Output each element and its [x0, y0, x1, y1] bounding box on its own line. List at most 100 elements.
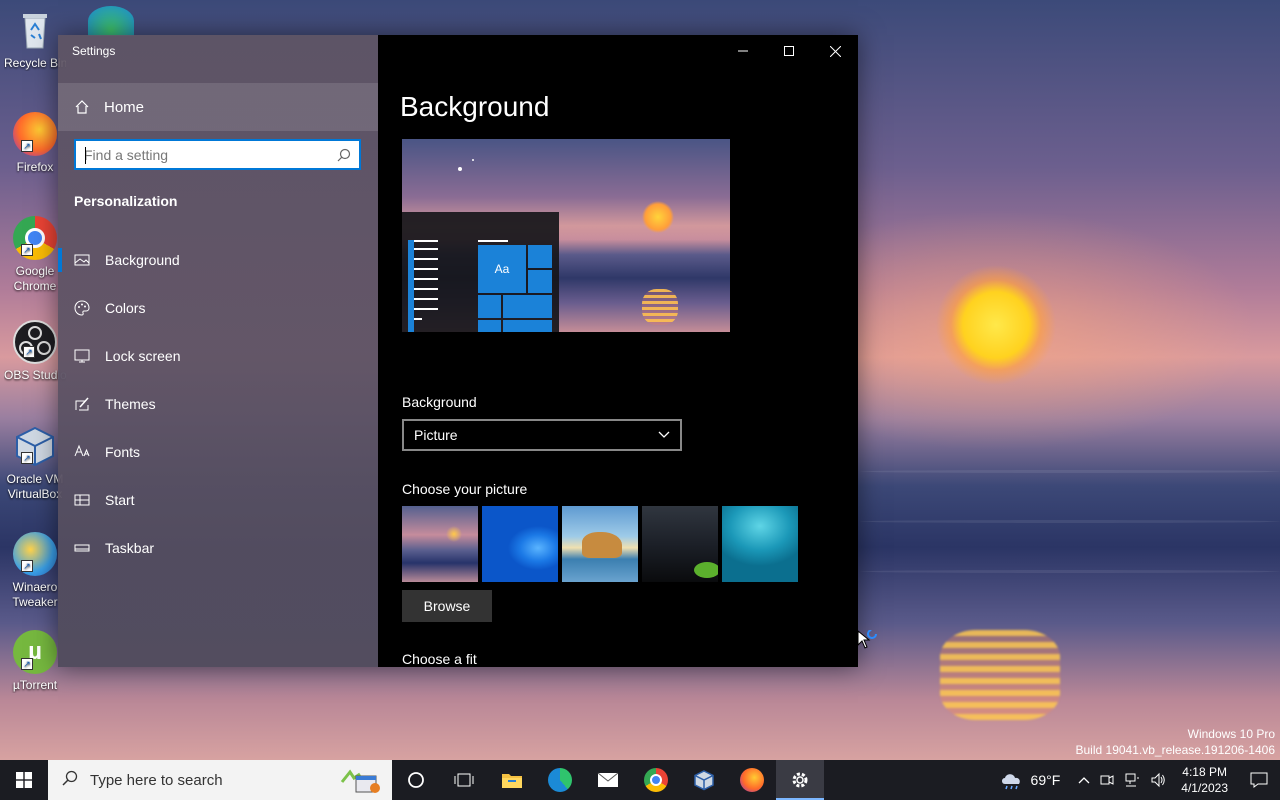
- nav-item-start[interactable]: Start: [58, 476, 378, 524]
- start-button[interactable]: [0, 760, 48, 800]
- nav-label: Lock screen: [105, 348, 181, 364]
- home-icon: [74, 99, 90, 115]
- weather-widget[interactable]: 69°F: [994, 760, 1066, 800]
- utorrent-icon: µ ↗: [13, 630, 57, 674]
- home-label: Home: [104, 98, 145, 116]
- choose-fit-label: Choose a fit: [402, 651, 477, 667]
- nav-item-lock-screen[interactable]: Lock screen: [58, 332, 378, 380]
- preview-start-menu: Aa: [402, 212, 559, 332]
- edge-desktop-icon[interactable]: [88, 6, 134, 36]
- desktop-icon-recycle-bin[interactable]: Recycle Bin: [4, 8, 66, 71]
- desktop-icon-winaero[interactable]: ↗ Winaero Tweaker: [4, 532, 66, 610]
- desktop-icon-firefox[interactable]: ↗ Firefox: [4, 112, 66, 175]
- taskbar-settings[interactable]: [776, 760, 824, 800]
- preview-tile: Aa: [478, 245, 526, 293]
- network-icon: [1125, 773, 1140, 787]
- volume-button[interactable]: [1145, 760, 1171, 800]
- desktop-icon-chrome[interactable]: ↗ Google Chrome: [4, 216, 66, 294]
- desktop-icon-label: Winaero Tweaker: [12, 580, 58, 609]
- windows-build-watermark: Windows 10 Pro Build 19041.vb_release.19…: [1076, 726, 1276, 758]
- nav-item-fonts[interactable]: Fonts: [58, 428, 378, 476]
- taskbar-edge[interactable]: [536, 760, 584, 800]
- picture-thumbnail-windows[interactable]: [482, 506, 558, 582]
- virtualbox-icon: ↗: [13, 424, 57, 468]
- preview-star: [458, 167, 462, 171]
- desktop-icon-label: OBS Studio: [4, 368, 66, 382]
- taskbar: 69°F 4:18 PM 4/1/2023: [0, 760, 1280, 800]
- taskbar-search-input[interactable]: [90, 771, 310, 789]
- wave-line: [860, 470, 1280, 473]
- find-setting-search[interactable]: [74, 139, 361, 170]
- settings-window: Settings Home Personalization Background: [58, 35, 858, 667]
- section-title: Personalization: [74, 193, 178, 209]
- desktop-icon-obs[interactable]: ↗ OBS Studio: [4, 320, 66, 383]
- desktop-icon-virtualbox[interactable]: ↗ Oracle VM VirtualBox: [4, 424, 66, 502]
- chevron-up-icon: [1078, 777, 1090, 784]
- sun-reflection: [940, 630, 1060, 720]
- maximize-button[interactable]: [766, 35, 812, 67]
- preview-app-list: [408, 240, 438, 332]
- network-button[interactable]: [1119, 760, 1145, 800]
- picture-thumbnail-night-sky[interactable]: [642, 506, 718, 582]
- settings-content: Background Aa Background Picture Choose …: [378, 35, 858, 667]
- taskbar-chrome[interactable]: [632, 760, 680, 800]
- taskbar-virtualbox[interactable]: [680, 760, 728, 800]
- search-highlight-doodle-icon[interactable]: [338, 766, 382, 794]
- picture-thumbnail-underwater[interactable]: [722, 506, 798, 582]
- background-preview: Aa: [402, 139, 730, 332]
- desktop-icon-label: Firefox: [16, 160, 54, 174]
- camera-icon: [1100, 775, 1114, 785]
- task-view-icon: [454, 773, 474, 787]
- show-hidden-icons-button[interactable]: [1073, 760, 1095, 800]
- taskbar-mail[interactable]: [584, 760, 632, 800]
- nav-label: Colors: [105, 300, 146, 316]
- taskbar-search-box[interactable]: [48, 760, 392, 800]
- nav-label: Fonts: [105, 444, 141, 460]
- text-caret: [85, 147, 86, 164]
- action-center-button[interactable]: [1238, 760, 1280, 800]
- nav-item-background[interactable]: Background: [58, 236, 378, 284]
- clock-date: 4/1/2023: [1181, 781, 1228, 795]
- meet-now-button[interactable]: [1095, 760, 1119, 800]
- dropdown-value: Picture: [414, 427, 458, 443]
- browse-button[interactable]: Browse: [402, 590, 492, 622]
- chrome-icon: ↗: [13, 216, 57, 260]
- virtualbox-icon: [694, 770, 714, 791]
- watermark-build: Build 19041.vb_release.191206-1406: [1075, 743, 1276, 757]
- nav-item-colors[interactable]: Colors: [58, 284, 378, 332]
- background-type-dropdown[interactable]: Picture: [402, 419, 682, 451]
- nav-item-taskbar[interactable]: Taskbar: [58, 524, 378, 572]
- file-explorer-icon: [502, 774, 522, 788]
- task-view-button[interactable]: [440, 760, 488, 800]
- home-nav-item[interactable]: Home: [58, 83, 378, 131]
- speaker-icon: [1151, 772, 1166, 788]
- find-setting-input[interactable]: [76, 141, 329, 168]
- desktop-icon-utorrent[interactable]: µ ↗ µTorrent: [4, 630, 66, 693]
- taskbar-clock[interactable]: 4:18 PM 4/1/2023: [1171, 764, 1238, 796]
- close-button[interactable]: [812, 35, 858, 67]
- search-icon[interactable]: [329, 141, 359, 168]
- picture-thumbnail-sunset[interactable]: [402, 506, 478, 582]
- start-icon: [74, 492, 90, 508]
- preview-sun-reflection: [642, 289, 678, 325]
- settings-sidebar: Settings Home Personalization Background: [58, 35, 378, 667]
- lock-screen-icon: [74, 348, 90, 364]
- taskbar-firefox[interactable]: [728, 760, 776, 800]
- picture-thumbnail-beach[interactable]: [562, 506, 638, 582]
- nav-item-themes[interactable]: Themes: [58, 380, 378, 428]
- cortana-button[interactable]: [392, 760, 440, 800]
- themes-icon: [74, 396, 90, 412]
- maximize-icon: [784, 46, 794, 56]
- fonts-icon: [74, 444, 90, 460]
- window-title: Settings: [72, 44, 116, 58]
- cloud-rain-icon: [1001, 774, 1020, 790]
- taskbar-file-explorer[interactable]: [488, 760, 536, 800]
- watermark-edition: Windows 10 Pro: [1187, 727, 1275, 741]
- clock-time: 4:18 PM: [1182, 765, 1227, 779]
- taskbar-icon: [74, 540, 90, 556]
- edge-icon: [548, 768, 572, 792]
- minimize-button[interactable]: [720, 35, 766, 67]
- settings-gear-icon: [792, 772, 808, 788]
- wave-line: [860, 520, 1280, 523]
- nav-label: Taskbar: [105, 540, 155, 556]
